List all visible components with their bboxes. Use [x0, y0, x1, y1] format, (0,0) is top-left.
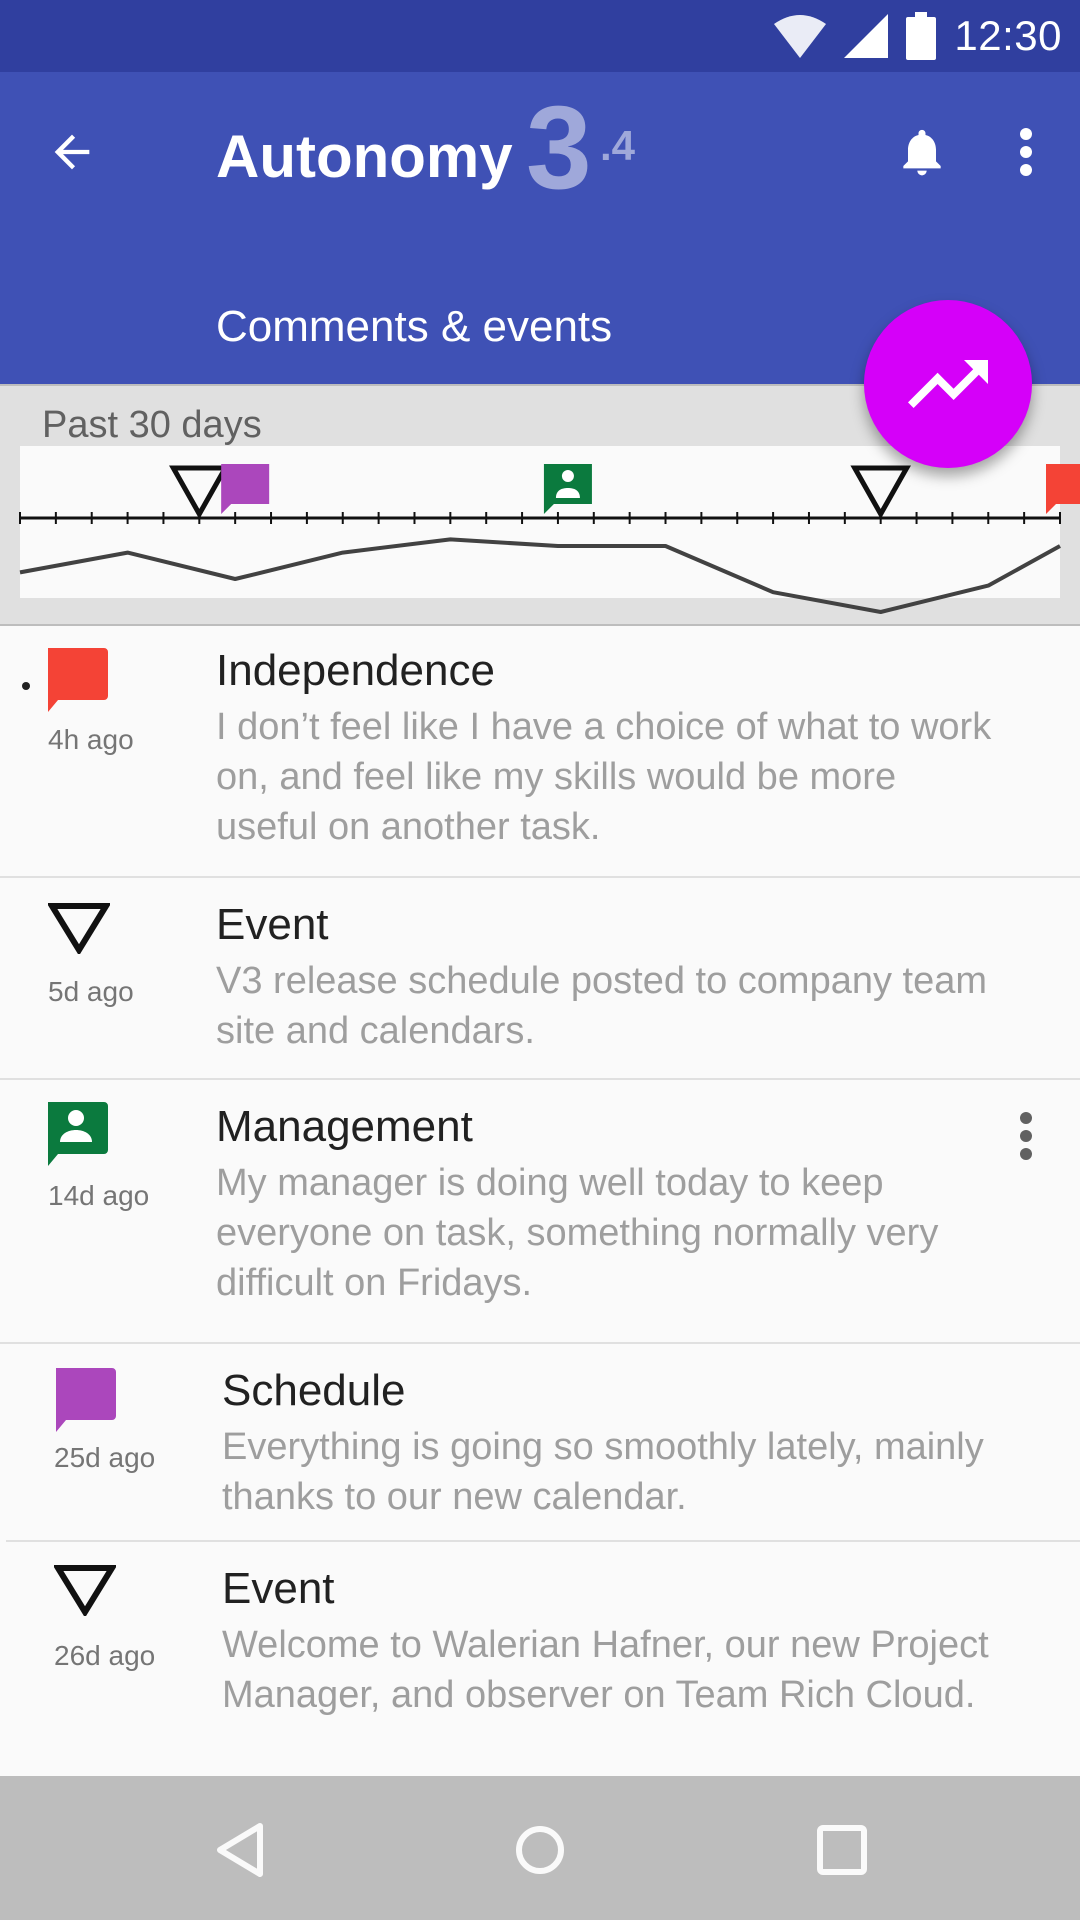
arrow-back-icon — [54, 134, 90, 170]
status-bar: 12:30 — [0, 0, 1080, 72]
unread-indicator — [22, 682, 30, 690]
item-title: Event — [222, 1564, 335, 1613]
red-comment-icon — [48, 648, 108, 712]
nav-recents-icon — [817, 1825, 867, 1875]
chart-period-label: Past 30 days — [42, 404, 262, 446]
item-body: I don’t feel like I have a choice of wha… — [216, 706, 992, 848]
list-item[interactable]: 25d ago Schedule Everything is going so … — [6, 1344, 1080, 1542]
more-vert-icon — [1020, 128, 1032, 176]
event-triangle-icon — [54, 1565, 116, 1616]
item-body: Welcome to Walerian Hafner, our new Proj… — [222, 1624, 989, 1716]
nav-home-icon — [516, 1826, 564, 1874]
nav-recents-button[interactable] — [802, 1810, 882, 1890]
nav-home-button[interactable] — [500, 1810, 580, 1890]
item-body: Everything is going so smoothly lately, … — [222, 1426, 984, 1518]
item-age: 4h ago — [48, 724, 134, 755]
back-button[interactable] — [36, 116, 108, 188]
list-item[interactable]: 5d ago Event V3 release schedule posted … — [0, 878, 1080, 1080]
nav-back-button[interactable] — [200, 1810, 280, 1890]
item-body: V3 release schedule posted to company te… — [216, 960, 988, 1052]
cell-signal-icon — [844, 14, 889, 58]
page-title: Autonomy — [216, 123, 513, 190]
item-title: Schedule — [222, 1366, 406, 1415]
item-title: Independence — [216, 646, 495, 695]
green-person-comment-icon — [48, 1102, 108, 1166]
list-item[interactable]: 26d ago Event Welcome to Walerian Hafner… — [6, 1542, 1080, 1778]
section-subtitle: Comments & events — [216, 302, 613, 351]
comments-events-list: 4h ago Independence I don’t feel like I … — [0, 624, 1080, 1778]
chart-person-glyph-head — [561, 470, 574, 482]
item-age: 14d ago — [48, 1180, 150, 1211]
item-title: Event — [216, 900, 329, 949]
list-item[interactable]: 4h ago Independence I don’t feel like I … — [0, 624, 1080, 878]
item-title: Management — [216, 1102, 473, 1151]
item-age: 25d ago — [54, 1442, 156, 1473]
chart-comment-marker — [1046, 464, 1080, 514]
notifications-button[interactable] — [886, 116, 958, 188]
trending-up-icon — [908, 360, 988, 408]
system-nav-bar — [0, 1776, 1080, 1920]
status-time: 12:30 — [954, 12, 1062, 59]
trending-fab[interactable] — [864, 300, 1032, 468]
overflow-menu-button[interactable] — [1000, 116, 1052, 188]
item-body: My manager is doing well today to keep e… — [216, 1162, 939, 1304]
wifi-icon — [774, 15, 827, 58]
bell-icon — [903, 129, 941, 176]
item-age: 26d ago — [54, 1640, 156, 1671]
score-decimal: .4 — [600, 122, 636, 169]
more-vert-icon — [1020, 1112, 1032, 1160]
nav-back-icon — [217, 1823, 263, 1877]
battery-icon — [906, 12, 937, 60]
item-overflow-button[interactable] — [1006, 1100, 1046, 1172]
item-age: 5d ago — [48, 976, 134, 1007]
event-triangle-icon — [48, 903, 110, 954]
list-item[interactable]: 14d ago Management My manager is doing w… — [0, 1080, 1080, 1344]
purple-comment-icon — [56, 1368, 116, 1432]
score-main: 3 — [526, 82, 592, 214]
